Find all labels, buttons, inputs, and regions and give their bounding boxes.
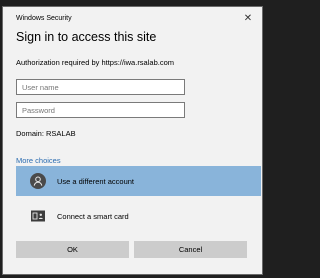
windows-security-dialog: Windows Security ✕ Sign in to access thi… [2, 6, 263, 275]
domain-label: Domain: RSALAB [16, 129, 76, 138]
option-use-different-account[interactable]: Use a different account [16, 166, 261, 196]
dialog-heading: Sign in to access this site [16, 30, 157, 44]
close-icon: ✕ [243, 13, 253, 24]
cancel-button[interactable]: Cancel [134, 241, 247, 258]
dialog-app-title: Windows Security [16, 15, 72, 22]
authorization-message: Authorization required by https://iwa.rs… [16, 58, 174, 67]
option-connect-smart-card[interactable]: Connect a smart card [16, 201, 261, 231]
ok-button[interactable]: OK [16, 241, 129, 258]
user-avatar-icon [30, 173, 46, 189]
password-field[interactable] [16, 102, 185, 118]
option-label: Connect a smart card [57, 211, 129, 221]
close-button[interactable]: ✕ [242, 13, 254, 25]
more-choices-link[interactable]: More choices [16, 156, 61, 165]
option-label: Use a different account [57, 176, 134, 186]
username-field[interactable] [16, 79, 185, 95]
smart-card-icon [30, 208, 46, 224]
